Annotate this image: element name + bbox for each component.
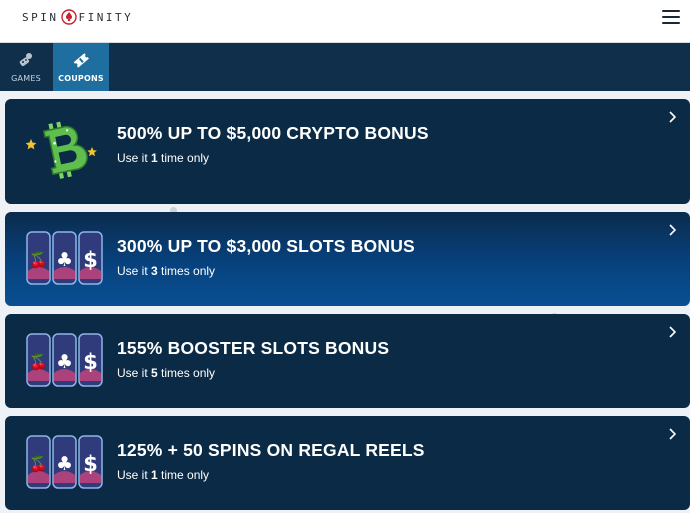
logo-text-left: SPIN bbox=[22, 10, 59, 24]
usage-suffix: time only bbox=[157, 468, 210, 482]
spade-logo-icon bbox=[60, 9, 77, 25]
usage-prefix: Use it bbox=[117, 366, 152, 380]
usage-count: 1 bbox=[151, 151, 158, 165]
joystick-icon bbox=[19, 53, 32, 66]
chevron-right-icon bbox=[669, 428, 676, 440]
coupon-usage: Use it 5 times only bbox=[117, 366, 215, 380]
ticket-icon bbox=[73, 53, 89, 68]
svg-text:$: $ bbox=[83, 452, 98, 476]
top-header: SPIN FINITY bbox=[0, 0, 690, 43]
menu-line bbox=[662, 22, 680, 24]
usage-suffix: time only bbox=[157, 151, 210, 165]
coupon-card[interactable]: 🍒 ♣ $ 300% UP TO $3,000 SLOTS BONUS Use … bbox=[5, 212, 690, 306]
tab-coupons-label: COUPONS bbox=[58, 74, 104, 83]
usage-prefix: Use it bbox=[117, 151, 152, 165]
svg-text:♣: ♣ bbox=[56, 453, 73, 475]
bitcoin-icon bbox=[26, 121, 97, 179]
usage-prefix: Use it bbox=[117, 468, 152, 482]
usage-suffix: times only bbox=[157, 264, 216, 278]
coupon-title: 125% + 50 SPINS ON REGAL REELS bbox=[117, 440, 425, 460]
chevron-right-icon bbox=[669, 224, 676, 236]
brand-logo[interactable]: SPIN FINITY bbox=[22, 9, 133, 25]
hamburger-menu-icon[interactable] bbox=[662, 10, 680, 24]
svg-text:$: $ bbox=[83, 350, 98, 374]
coupons-list: 500% UP TO $5,000 CRYPTO BONUS Use it 1 … bbox=[0, 91, 690, 513]
svg-text:🍒: 🍒 bbox=[29, 455, 48, 473]
coupon-usage: Use it 1 time only bbox=[117, 151, 209, 165]
svg-text:$: $ bbox=[83, 248, 98, 272]
coupon-title: 300% UP TO $3,000 SLOTS BONUS bbox=[117, 236, 415, 256]
coupon-title: 500% UP TO $5,000 CRYPTO BONUS bbox=[117, 123, 429, 143]
svg-text:🍒: 🍒 bbox=[29, 353, 48, 371]
chevron-right-icon bbox=[669, 111, 676, 123]
menu-line bbox=[662, 10, 680, 12]
usage-count: 3 bbox=[151, 264, 158, 278]
category-nav: GAMES COUPONS bbox=[0, 43, 690, 91]
coupon-usage: Use it 1 time only bbox=[117, 468, 209, 482]
logo-text-right: FINITY bbox=[78, 10, 134, 24]
menu-line bbox=[662, 16, 680, 18]
coupon-card[interactable]: 🍒 ♣ $ 125% + 50 SPINS ON REGAL REELS Use… bbox=[5, 416, 690, 510]
slot-reels-icon: 🍒 ♣ $ bbox=[26, 333, 103, 387]
tab-games[interactable]: GAMES bbox=[0, 43, 52, 91]
usage-count: 1 bbox=[151, 468, 158, 482]
slot-reels-icon: 🍒 ♣ $ bbox=[26, 435, 103, 489]
usage-suffix: times only bbox=[157, 366, 216, 380]
tab-games-label: GAMES bbox=[11, 74, 41, 83]
usage-count: 5 bbox=[151, 366, 158, 380]
usage-prefix: Use it bbox=[117, 264, 152, 278]
coupon-card[interactable]: 500% UP TO $5,000 CRYPTO BONUS Use it 1 … bbox=[5, 99, 690, 204]
svg-text:♣: ♣ bbox=[56, 249, 73, 271]
slot-reels-icon: 🍒 ♣ $ bbox=[26, 231, 103, 285]
svg-text:♣: ♣ bbox=[56, 351, 73, 373]
coupon-title: 155% BOOSTER SLOTS BONUS bbox=[117, 338, 390, 358]
tab-coupons[interactable]: COUPONS bbox=[53, 43, 109, 91]
chevron-right-icon bbox=[669, 326, 676, 338]
svg-text:🍒: 🍒 bbox=[29, 251, 48, 269]
coupon-card[interactable]: 🍒 ♣ $ 155% BOOSTER SLOTS BONUS Use it 5 … bbox=[5, 314, 690, 408]
coupon-usage: Use it 3 times only bbox=[117, 264, 215, 278]
